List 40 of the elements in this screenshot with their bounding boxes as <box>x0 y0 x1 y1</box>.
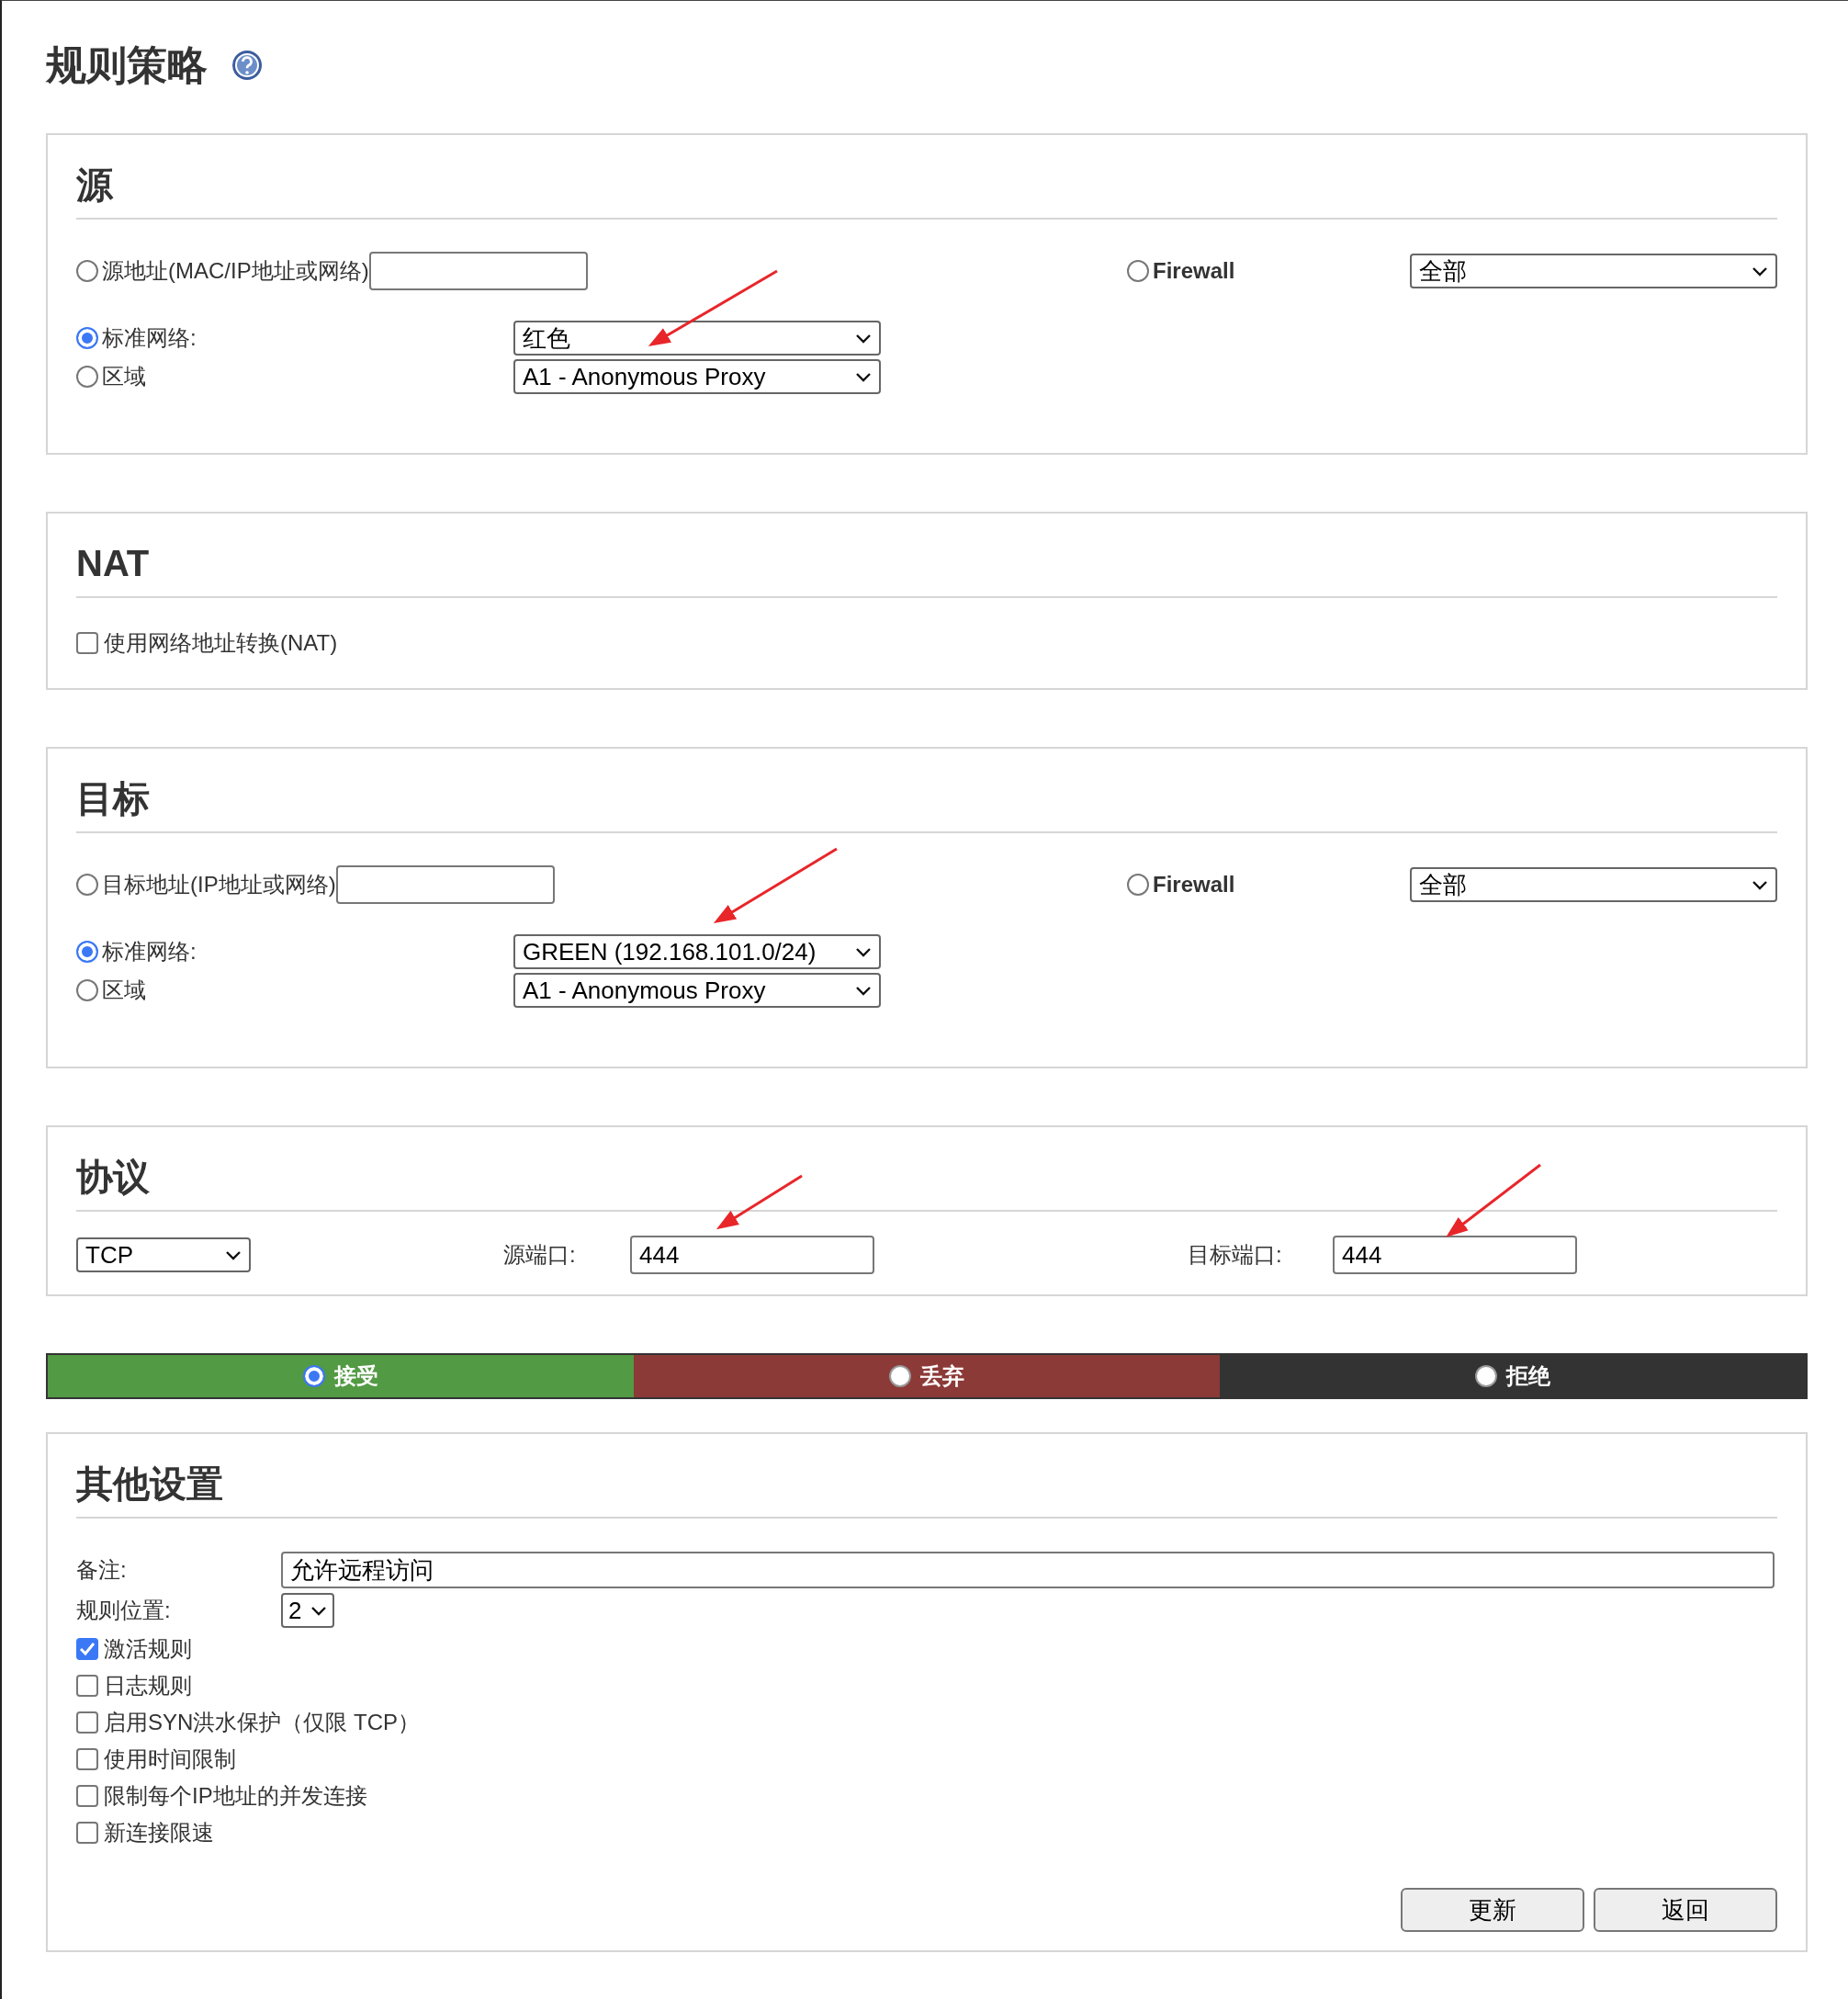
source-port-field[interactable]: 444 <box>630 1236 874 1274</box>
address-label: 源地址(MAC/IP地址或网络) <box>102 257 369 285</box>
target-port-label: 目标端口: <box>1188 1241 1283 1269</box>
standard-network-label: 标准网络: <box>102 324 197 352</box>
section-heading: 目标 <box>76 771 1777 833</box>
option-label: 激活规则 <box>104 1635 192 1663</box>
nat-label: 使用网络地址转换(NAT) <box>104 629 338 657</box>
section-heading: 源 <box>76 157 1777 220</box>
dropdown[interactable]: 全部 <box>1410 254 1777 288</box>
page-title: 规则策略 <box>46 40 208 89</box>
section-heading: NAT <box>76 536 1777 598</box>
action-button[interactable]: 返回 <box>1594 1888 1777 1932</box>
option-label: 启用SYN洪水保护（仅限 TCP） <box>104 1709 420 1736</box>
dropdown[interactable]: 红色 <box>513 321 881 356</box>
remark-field[interactable]: 允许远程访问 <box>281 1552 1775 1588</box>
target-port-field[interactable]: 444 <box>1333 1236 1577 1274</box>
zone-label: 区域 <box>102 977 146 1004</box>
section-heading: 协议 <box>76 1149 1777 1212</box>
dropdown[interactable]: A1 - Anonymous Proxy <box>513 359 881 394</box>
position-dropdown[interactable]: 2 <box>281 1593 334 1628</box>
zone-label: 区域 <box>102 363 146 390</box>
section-heading: 其他设置 <box>76 1456 1777 1519</box>
dropdown[interactable]: A1 - Anonymous Proxy <box>513 973 881 1008</box>
action-option[interactable]: 拒绝 <box>1220 1355 1806 1397</box>
position-label: 规则位置: <box>76 1597 172 1624</box>
option-label: 新连接限速 <box>104 1819 214 1847</box>
firewall-label: Firewall <box>1153 258 1235 284</box>
remark-label: 备注: <box>76 1556 128 1584</box>
source-port-label: 源端口: <box>503 1241 577 1269</box>
standard-network-label: 标准网络: <box>102 938 197 966</box>
action-button[interactable]: 更新 <box>1401 1888 1584 1932</box>
address-label: 目标地址(IP地址或网络) <box>102 871 336 898</box>
option-label: 使用时间限制 <box>104 1745 236 1773</box>
dropdown[interactable]: GREEN (192.168.101.0/24) <box>513 934 881 969</box>
dropdown[interactable]: 全部 <box>1410 867 1777 902</box>
firewall-label: Firewall <box>1153 872 1235 898</box>
option-label: 限制每个IP地址的并发连接 <box>104 1782 367 1810</box>
option-label: 日志规则 <box>104 1672 192 1700</box>
dropdown[interactable]: TCP <box>76 1237 251 1272</box>
action-option[interactable]: 丢弃 <box>634 1355 1220 1397</box>
